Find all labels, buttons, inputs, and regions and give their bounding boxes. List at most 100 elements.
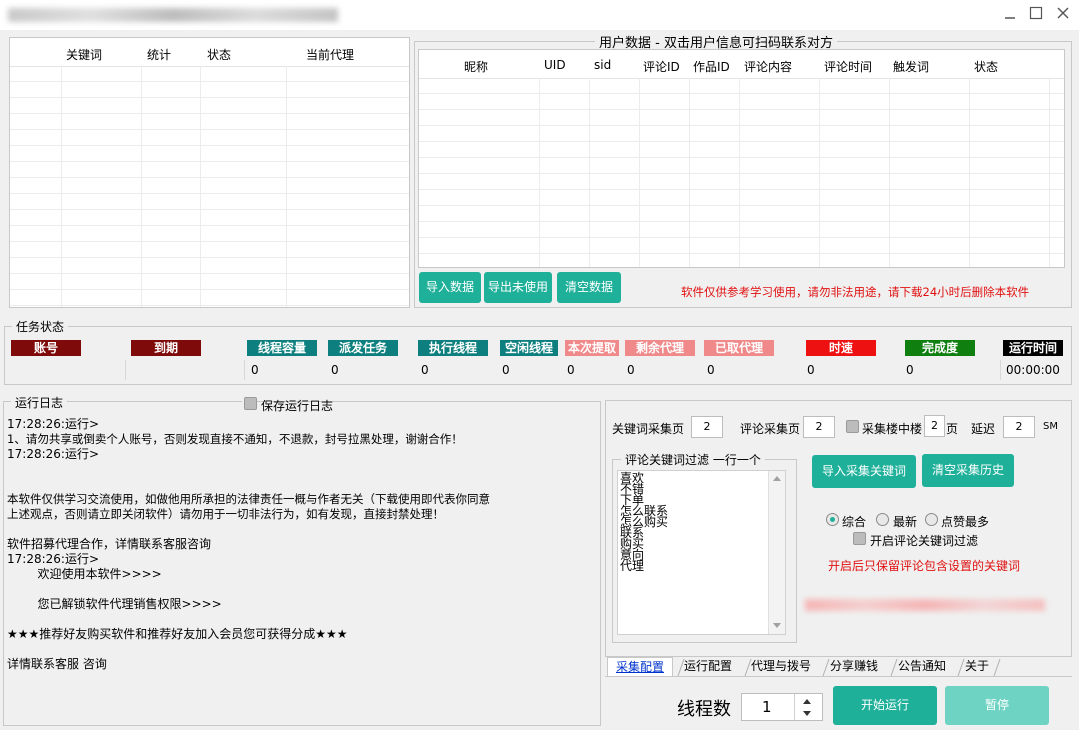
status-header-exec-thread: 执行线程 bbox=[418, 340, 488, 356]
clear-data-button[interactable]: 清空数据 bbox=[557, 272, 621, 303]
status-value-remain-proxy: 0 bbox=[627, 363, 635, 377]
filter-word: 代理 bbox=[620, 559, 645, 573]
status-value-runtime: 00:00:00 bbox=[1006, 363, 1060, 377]
column-comment-time[interactable]: 评论时间 bbox=[824, 58, 872, 75]
divider bbox=[141, 66, 142, 307]
sort-option-label: 综合 bbox=[842, 515, 867, 529]
column-status[interactable]: 状态 bbox=[207, 46, 231, 63]
column-keyword[interactable]: 关键词 bbox=[66, 46, 102, 63]
stepper-divider bbox=[794, 694, 795, 720]
disclaimer-notice: 软件仅供参考学习使用，请勿非法用途，请下载24小时后删除本软件 bbox=[681, 285, 1030, 299]
start-button[interactable]: 开始运行 bbox=[833, 686, 937, 725]
save-log-label: 保存运行日志 bbox=[261, 399, 334, 413]
stepper-down-icon[interactable] bbox=[803, 711, 811, 716]
sort-option-label: 最新 bbox=[893, 515, 918, 529]
column-count[interactable]: 统计 bbox=[147, 46, 171, 63]
keyword-table-header: 关键词 统计 状态 当前代理 bbox=[10, 38, 409, 67]
log-line: 详情联系客服 咨询 bbox=[7, 657, 107, 671]
log-line: ★★★推荐好友购买软件和推荐好友加入会员您可获得分成★★★ bbox=[7, 627, 348, 641]
delay-label: 延迟 bbox=[971, 422, 996, 436]
column-comment-content[interactable]: 评论内容 bbox=[744, 58, 792, 75]
divider bbox=[286, 66, 287, 307]
filter-toggle[interactable]: 开启评论关键词过滤 bbox=[853, 531, 983, 548]
scroll-down-icon[interactable] bbox=[773, 623, 781, 628]
radio-icon[interactable] bbox=[876, 513, 889, 526]
save-log-toggle[interactable]: 保存运行日志 bbox=[242, 396, 333, 413]
floor-unit: 页 bbox=[946, 422, 959, 436]
kw-pages-input[interactable]: 2 bbox=[691, 416, 723, 438]
status-header-completion: 完成度 bbox=[905, 340, 975, 356]
status-header-remain-proxy: 剩余代理 bbox=[625, 340, 695, 356]
status-value-speed: 0 bbox=[807, 363, 815, 377]
filter-hint: 开启后只保留评论包含设置的关键词 bbox=[828, 559, 1021, 573]
save-log-checkbox[interactable] bbox=[244, 397, 257, 410]
keyword-table[interactable]: 关键词 统计 状态 当前代理 bbox=[9, 37, 410, 308]
column-nickname[interactable]: 昵称 bbox=[464, 58, 488, 75]
column-sid[interactable]: sid bbox=[594, 58, 611, 72]
status-header-dispatch: 派发任务 bbox=[328, 340, 398, 356]
delay-input[interactable]: 2 bbox=[1003, 416, 1035, 438]
threads-stepper[interactable]: 1 bbox=[741, 693, 823, 721]
app-title-blurred bbox=[8, 8, 338, 22]
divider bbox=[589, 78, 590, 267]
filter-toggle-label: 开启评论关键词过滤 bbox=[870, 534, 979, 548]
comment-pages-input[interactable]: 2 bbox=[803, 416, 835, 438]
pause-button[interactable]: 暂停 bbox=[945, 686, 1049, 725]
import-data-button[interactable]: 导入数据 bbox=[419, 272, 481, 303]
sort-option-latest[interactable]: 最新 bbox=[876, 512, 924, 529]
column-current-proxy[interactable]: 当前代理 bbox=[306, 46, 354, 63]
scroll-up-icon[interactable] bbox=[773, 476, 781, 481]
column-uid[interactable]: UID bbox=[544, 58, 566, 72]
import-keywords-button[interactable]: 导入采集关键词 bbox=[812, 455, 916, 488]
status-header-used-proxy: 已取代理 bbox=[704, 340, 774, 356]
close-icon[interactable] bbox=[1051, 4, 1075, 26]
status-value-dispatch: 0 bbox=[331, 363, 339, 377]
title-bar bbox=[0, 0, 1079, 30]
status-header-account: 账号 bbox=[11, 340, 81, 356]
divider bbox=[739, 78, 740, 267]
clear-history-button[interactable]: 清空采集历史 bbox=[922, 454, 1014, 487]
divider bbox=[969, 78, 970, 267]
filter-toggle-checkbox[interactable] bbox=[853, 532, 866, 545]
minimize-icon[interactable] bbox=[998, 4, 1022, 26]
run-log-text: 17:28:26:运行> 1、请勿共享或倒卖个人账号，否则发现直接不通知，不退款… bbox=[7, 417, 597, 722]
divider bbox=[689, 78, 690, 267]
export-unused-button[interactable]: 导出未使用 bbox=[484, 272, 552, 303]
radio-selected-icon[interactable] bbox=[826, 513, 839, 526]
user-data-table[interactable]: 昵称 UID sid 评论ID 作品ID 评论内容 评论时间 触发词 状态 bbox=[418, 49, 1065, 268]
threads-value[interactable]: 1 bbox=[762, 698, 772, 716]
comment-filter-textarea[interactable]: 喜欢 不错 下单 怎么联系 怎么购买 联系 购买 意向 代理 bbox=[617, 470, 786, 635]
user-data-table-header: 昵称 UID sid 评论ID 作品ID 评论内容 评论时间 触发词 状态 bbox=[419, 50, 1064, 79]
log-line: 17:28:26:运行> bbox=[7, 552, 99, 566]
log-line: 1、请勿共享或倒卖个人账号，否则发现直接不通知，不退款，封号拉黑处理，谢谢合作！ bbox=[7, 432, 463, 446]
divider bbox=[889, 78, 890, 267]
column-status[interactable]: 状态 bbox=[974, 58, 998, 75]
redacted-text-blurred bbox=[805, 599, 1045, 611]
status-header-speed: 时速 bbox=[806, 340, 876, 356]
status-value-thread-capacity: 0 bbox=[251, 363, 259, 377]
floor-pages-input[interactable]: 2 bbox=[924, 415, 945, 437]
sort-option-most-likes[interactable]: 点赞最多 bbox=[925, 512, 995, 529]
vertical-scrollbar[interactable] bbox=[768, 471, 785, 634]
status-header-runtime: 运行时间 bbox=[1003, 340, 1063, 356]
radio-icon[interactable] bbox=[925, 513, 938, 526]
floor-checkbox[interactable] bbox=[846, 420, 859, 433]
column-trigger-word[interactable]: 触发词 bbox=[893, 58, 929, 75]
stepper-up-icon[interactable] bbox=[803, 699, 811, 704]
column-work-id[interactable]: 作品ID bbox=[693, 58, 730, 75]
status-divider bbox=[1000, 360, 1001, 380]
divider bbox=[539, 78, 540, 267]
status-header-expire: 到期 bbox=[131, 340, 201, 356]
tab-collect-config[interactable]: 采集配置 bbox=[607, 657, 673, 676]
maximize-icon[interactable] bbox=[1024, 4, 1048, 26]
table-rows bbox=[10, 66, 409, 307]
status-header-thread-capacity: 线程容量 bbox=[247, 340, 317, 356]
column-comment-id[interactable]: 评论ID bbox=[643, 58, 680, 75]
run-log-title: 运行日志 bbox=[11, 394, 68, 411]
sort-option-comprehensive[interactable]: 综合 bbox=[826, 512, 874, 529]
